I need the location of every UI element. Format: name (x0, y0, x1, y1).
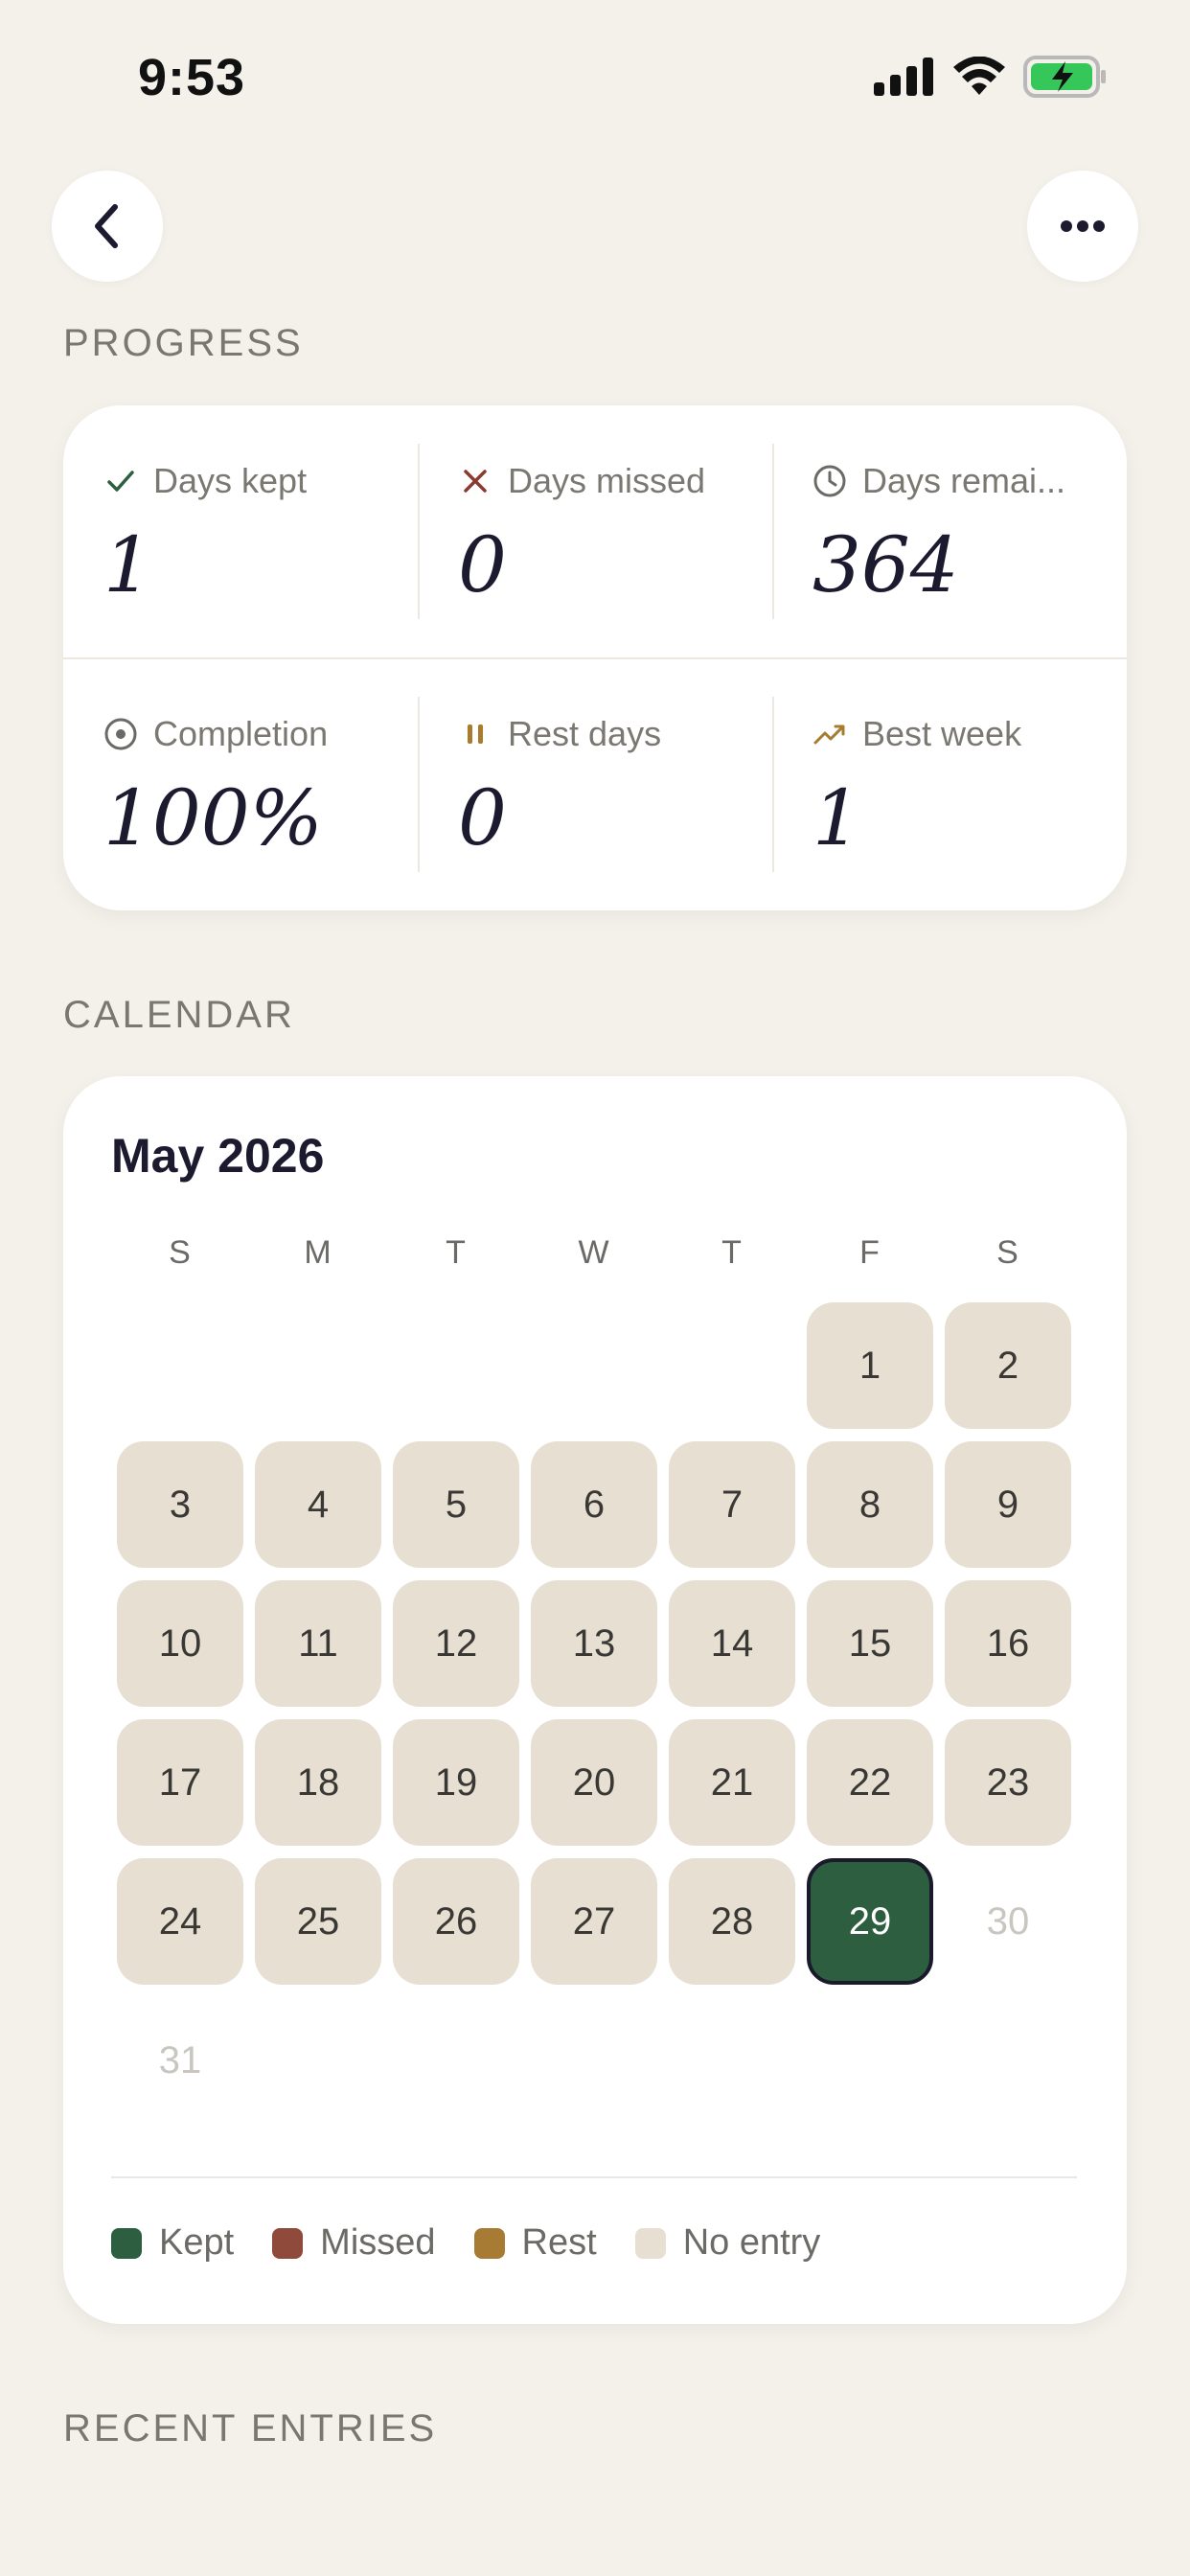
calendar-legend: Kept Missed Rest No entry (111, 2222, 820, 2264)
calendar-day-8[interactable]: 8 (807, 1441, 933, 1568)
wifi-icon (953, 57, 1005, 95)
calendar-day-12[interactable]: 12 (393, 1580, 519, 1707)
calendar-day-10[interactable]: 10 (117, 1580, 243, 1707)
stat-label: Days remai... (862, 461, 1066, 500)
calendar-heading: CALENDAR (63, 994, 295, 1036)
status-time: 9:53 (138, 49, 246, 106)
legend-label: Missed (320, 2222, 436, 2263)
calendar-day-16[interactable]: 16 (945, 1580, 1071, 1707)
calendar-day-11[interactable]: 11 (255, 1580, 381, 1707)
calendar-day-22[interactable]: 22 (807, 1719, 933, 1846)
calendar-day-14[interactable]: 14 (669, 1580, 795, 1707)
calendar-day-4[interactable]: 4 (255, 1441, 381, 1568)
trend-up-icon (812, 717, 847, 751)
progress-card: Days kept 1 Days missed 0 Days remai... … (63, 405, 1127, 910)
legend-item-no-entry: No entry (634, 2222, 821, 2264)
stat-days-missed: Days missed 0 (418, 405, 772, 657)
weekday-label: W (578, 1234, 610, 1271)
calendar-day-2[interactable]: 2 (945, 1302, 1071, 1429)
stat-value: 364 (812, 520, 959, 610)
calendar-day-24[interactable]: 24 (117, 1858, 243, 1985)
stat-label: Best week (862, 714, 1022, 753)
legend-item-missed: Missed (272, 2222, 436, 2264)
legend-swatch (111, 2227, 142, 2259)
stat-best-week: Best week 1 (772, 658, 1127, 910)
stat-value: 0 (458, 773, 507, 862)
calendar-day-6[interactable]: 6 (531, 1441, 657, 1568)
legend-swatch (272, 2227, 304, 2259)
stat-days-kept: Days kept 1 (63, 405, 418, 657)
target-icon (103, 717, 138, 751)
calendar-card: May 2026 S M T W T F S 1 2 3 4 5 6 7 8 9 10 11 12 13… (63, 1076, 1127, 2324)
progress-heading: PROGRESS (63, 322, 304, 364)
more-options-button[interactable] (1027, 171, 1138, 282)
legend-item-rest: Rest (473, 2222, 597, 2264)
calendar-day-20[interactable]: 20 (531, 1719, 657, 1846)
calendar-day-15[interactable]: 15 (807, 1580, 933, 1707)
chevron-left-icon (95, 204, 118, 248)
back-button[interactable] (52, 171, 163, 282)
calendar-day-19[interactable]: 19 (393, 1719, 519, 1846)
stats-row: Days kept 1 Days missed 0 Days remai... … (63, 405, 1127, 657)
weekday-label: T (721, 1234, 743, 1271)
calendar-month-title: May 2026 (111, 1129, 325, 1183)
weekday-label: S (996, 1234, 1019, 1271)
calendar-day-3[interactable]: 3 (117, 1441, 243, 1568)
calendar-day-1[interactable]: 1 (807, 1302, 933, 1429)
legend-swatch (634, 2227, 666, 2259)
stat-value: 0 (458, 520, 507, 610)
calendar-day-13[interactable]: 13 (531, 1580, 657, 1707)
calendar-day-30: 30 (986, 1899, 1030, 1943)
stat-value: 100% (103, 773, 323, 862)
weekday-label: S (169, 1234, 192, 1271)
weekday-label: F (859, 1234, 881, 1271)
calendar-day-21[interactable]: 21 (669, 1719, 795, 1846)
stat-label: Days missed (508, 461, 706, 500)
calendar-day-5[interactable]: 5 (393, 1441, 519, 1568)
calendar-day-9[interactable]: 9 (945, 1441, 1071, 1568)
stat-label: Completion (153, 714, 329, 753)
calendar-day-23[interactable]: 23 (945, 1719, 1071, 1846)
calendar-day-28[interactable]: 28 (669, 1858, 795, 1985)
legend-swatch (473, 2227, 505, 2259)
legend-label: Rest (521, 2222, 597, 2263)
stats-row: Completion 100% Rest days 0 Best week 1 (63, 658, 1127, 910)
stat-label: Rest days (508, 714, 662, 753)
calendar-day-26[interactable]: 26 (393, 1858, 519, 1985)
check-icon (103, 464, 138, 498)
battery-icon (1023, 56, 1106, 98)
pause-icon (458, 717, 492, 751)
calendar-day-29[interactable]: 29 (807, 1858, 933, 1985)
calendar-day-25[interactable]: 25 (255, 1858, 381, 1985)
status-icons (874, 56, 1108, 98)
status-bar: 9:53 (0, 0, 1190, 144)
weekday-header: S M T W T F S (111, 1234, 1077, 1272)
stat-days-remaining: Days remai... 364 (772, 405, 1127, 657)
calendar-day-31: 31 (158, 2038, 202, 2082)
legend-item-kept: Kept (111, 2222, 234, 2264)
calendar-day-27[interactable]: 27 (531, 1858, 657, 1985)
calendar-day-7[interactable]: 7 (669, 1441, 795, 1568)
calendar-day-18[interactable]: 18 (255, 1719, 381, 1846)
stat-label: Days kept (153, 461, 308, 500)
stat-value: 1 (103, 520, 152, 610)
recent-entries-heading: RECENT ENTRIES (63, 2407, 438, 2450)
x-icon (458, 464, 492, 498)
legend-label: Kept (159, 2222, 235, 2263)
stat-completion: Completion 100% (63, 658, 418, 910)
weekday-label: T (446, 1234, 467, 1271)
clock-icon (812, 464, 847, 498)
stat-rest-days: Rest days 0 (418, 658, 772, 910)
stat-value: 1 (812, 773, 861, 862)
legend-label: No entry (682, 2222, 821, 2263)
divider (111, 2176, 1077, 2178)
weekday-label: M (304, 1234, 332, 1271)
signal-icon (874, 58, 933, 96)
calendar-day-17[interactable]: 17 (117, 1719, 243, 1846)
ellipsis-icon (1061, 220, 1105, 232)
